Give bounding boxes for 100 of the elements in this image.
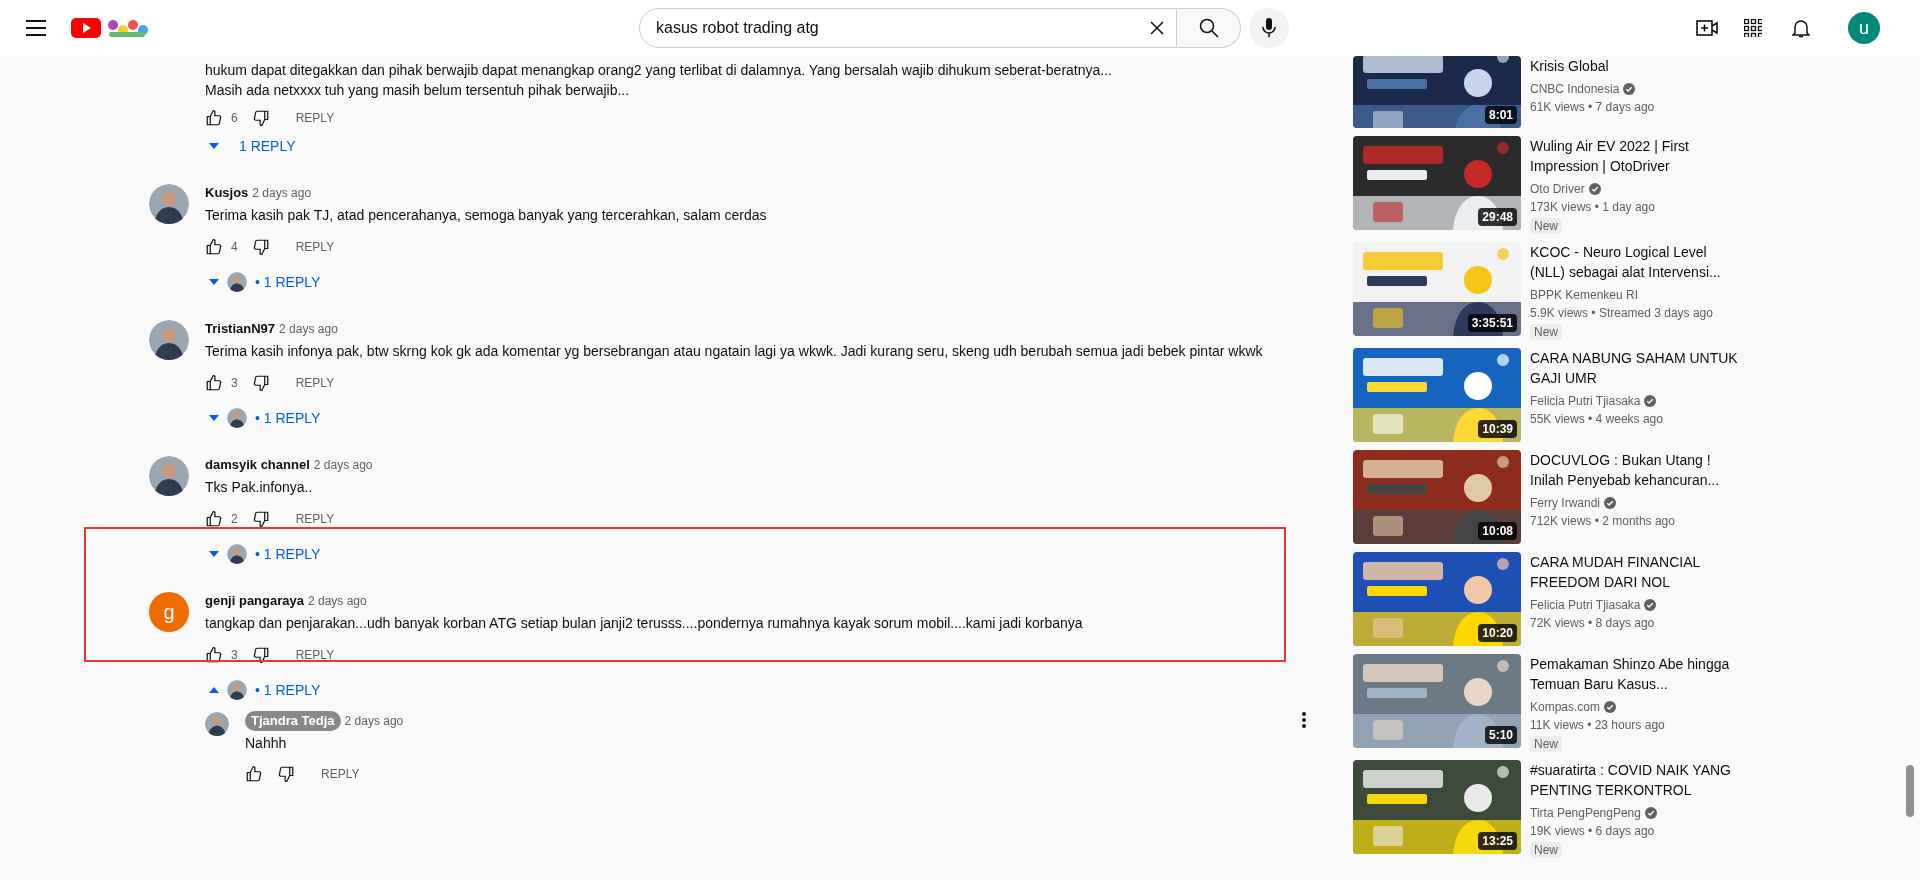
video-thumbnail[interactable]: 29:48 — [1353, 136, 1521, 230]
view-replies-button[interactable]: • 1 REPLY — [205, 538, 373, 570]
comment-text: Nahhh — [245, 734, 288, 753]
video-thumbnail[interactable]: 3:35:51 — [1353, 242, 1521, 336]
comment-time[interactable]: 2 days ago — [252, 184, 312, 202]
search-icon — [1198, 18, 1219, 38]
video-thumbnail[interactable]: 5:10 — [1353, 654, 1521, 748]
thumbs-up-icon[interactable] — [245, 765, 263, 783]
caret-down-icon — [209, 551, 219, 557]
channel-name[interactable]: Felicia Putri Tjiasaka — [1530, 392, 1641, 410]
comment-time[interactable]: 2 days ago — [279, 320, 338, 338]
video-duration: 13:25 — [1478, 832, 1517, 850]
video-thumbnail[interactable]: 10:08 — [1353, 450, 1521, 544]
search-field[interactable]: kasus robot trading atg — [639, 8, 1177, 48]
video-title[interactable]: CARA MUDAH FINANCIAL FREEDOM DARI NOL — [1530, 552, 1701, 592]
reply-button[interactable]: REPLY — [287, 102, 343, 134]
like-count: 6 — [231, 110, 238, 127]
thumbs-up-icon[interactable] — [205, 238, 223, 256]
user-avatar — [149, 184, 189, 224]
comment-author[interactable]: Tjandra Tedja — [245, 711, 341, 731]
video-duration: 10:08 — [1478, 522, 1517, 540]
user-avatar — [149, 456, 189, 496]
video-title[interactable]: KCOC - Neuro Logical Level (NLL) sebagai alat Intervensi... — [1530, 242, 1721, 282]
like-count: 4 — [231, 239, 238, 256]
video-duration: 29:48 — [1478, 208, 1517, 226]
video-meta: 712K views • 2 months ago — [1530, 513, 1676, 530]
thumbs-up-icon[interactable] — [205, 109, 223, 127]
voice-search-button[interactable] — [1249, 8, 1289, 48]
video-thumbnail[interactable]: 10:20 — [1353, 552, 1521, 646]
channel-name[interactable]: CNBC Indonesia — [1530, 80, 1620, 98]
video-title[interactable]: #suaratirta : COVID NAIK YANG PENTING TERKONTROL — [1530, 760, 1731, 800]
video-meta: 72K views • 8 days ago — [1530, 615, 1656, 632]
video-meta: 5.9K views • Streamed 3 days ago — [1530, 305, 1714, 322]
comment-author[interactable]: genji pangaraya — [205, 591, 304, 611]
video-title[interactable]: Pemakaman Shinzo Abe hingga Temuan Baru Kasus... — [1530, 654, 1730, 694]
channel-name[interactable]: Kompas.com — [1530, 698, 1601, 716]
create-video-icon[interactable] — [1696, 20, 1718, 36]
channel-name[interactable]: Tirta PengPengPeng — [1530, 804, 1641, 822]
user-avatar: g — [149, 592, 189, 632]
comment-time[interactable]: 2 days ago — [308, 592, 367, 610]
comment-author[interactable]: Kusjos — [205, 183, 249, 203]
channel-name[interactable]: Ferry Irwandi — [1530, 494, 1600, 512]
view-replies-button[interactable]: • 1 REPLY — [205, 674, 1083, 706]
replier-avatar — [227, 272, 247, 292]
search-button[interactable] — [1177, 8, 1241, 48]
reply-button[interactable]: REPLY — [287, 639, 343, 671]
view-replies-button[interactable]: 1 REPLY — [205, 134, 1112, 158]
video-title[interactable]: DOCUVLOG : Bukan Utang ! Inilah Penyebab kehancuran... — [1530, 450, 1720, 490]
more-options-icon[interactable] — [1302, 712, 1306, 728]
comment-time[interactable]: 2 days ago — [344, 712, 404, 730]
thumbs-up-icon[interactable] — [205, 374, 223, 392]
view-replies-button[interactable]: • 1 REPLY — [205, 402, 1263, 434]
thumbs-down-icon[interactable] — [277, 765, 295, 783]
video-meta: 11K views • 23 hours ago — [1530, 717, 1666, 734]
channel-name[interactable]: BPPK Kemenkeu RI — [1530, 286, 1639, 304]
notifications-bell-icon[interactable] — [1792, 18, 1810, 38]
video-duration: 8:01 — [1484, 106, 1517, 124]
thumbs-down-icon[interactable] — [251, 510, 270, 528]
new-badge: New — [1530, 218, 1562, 234]
view-replies-button[interactable]: • 1 REPLY — [205, 266, 767, 298]
microphone-icon — [1262, 18, 1276, 38]
new-badge: New — [1530, 324, 1562, 340]
apps-grid-icon[interactable] — [1744, 19, 1762, 37]
caret-down-icon — [209, 415, 219, 421]
thumbs-down-icon[interactable] — [251, 646, 270, 664]
video-thumbnail[interactable]: 8:01 — [1353, 56, 1521, 128]
account-avatar[interactable]: u — [1848, 12, 1880, 44]
new-badge: New — [1530, 736, 1562, 752]
like-count: 3 — [231, 375, 238, 392]
video-thumbnail[interactable]: 13:25 — [1353, 760, 1521, 854]
thumbs-down-icon[interactable] — [251, 109, 270, 127]
video-duration: 10:39 — [1478, 420, 1517, 438]
comment-author[interactable]: TristianN97 — [205, 319, 276, 339]
comment-time[interactable]: 2 days ago — [313, 456, 373, 474]
scrollbar-thumb[interactable] — [1906, 765, 1914, 817]
close-icon[interactable] — [1149, 20, 1165, 36]
video-title[interactable]: Krisis Global — [1530, 56, 1655, 76]
reply-button[interactable]: REPLY — [287, 367, 343, 399]
video-meta: 173K views • 1 day ago — [1530, 199, 1656, 216]
menu-icon[interactable] — [26, 20, 46, 36]
video-title[interactable]: CARA NABUNG SAHAM UNTUK GAJI UMR — [1530, 348, 1738, 388]
reply-button[interactable]: REPLY — [313, 758, 368, 790]
video-meta: 61K views • 7 days ago — [1530, 99, 1655, 116]
thumbs-down-icon[interactable] — [251, 238, 270, 256]
video-title[interactable]: Wuling Air EV 2022 | First Impression | OtoDriver — [1530, 136, 1689, 176]
comment-text: tangkap dan penjarakan...udh banyak korban ATG setiap bulan janji2 terusss....pondernya rumahnya kayak sorum mobil....kami jadi korbanya — [205, 614, 1083, 633]
video-thumbnail[interactable]: 10:39 — [1353, 348, 1521, 442]
comment-text: Terima kasih pak TJ, atad pencerahanya, semoga banyak yang tercerahkan, salam cerdas — [205, 206, 767, 225]
like-count: 3 — [231, 647, 238, 664]
new-badge: New — [1530, 842, 1562, 858]
channel-name[interactable]: Oto Driver — [1530, 180, 1585, 198]
comment-author[interactable]: damsyik channel — [205, 455, 310, 475]
video-duration: 3:35:51 — [1467, 314, 1517, 332]
caret-up-icon — [209, 687, 219, 693]
reply-button[interactable]: REPLY — [287, 231, 343, 263]
reply-button[interactable]: REPLY — [287, 503, 343, 535]
thumbs-up-icon[interactable] — [205, 510, 223, 528]
replier-avatar — [227, 544, 247, 564]
thumbs-down-icon[interactable] — [251, 374, 270, 392]
channel-name[interactable]: Felicia Putri Tjiasaka — [1530, 596, 1641, 614]
